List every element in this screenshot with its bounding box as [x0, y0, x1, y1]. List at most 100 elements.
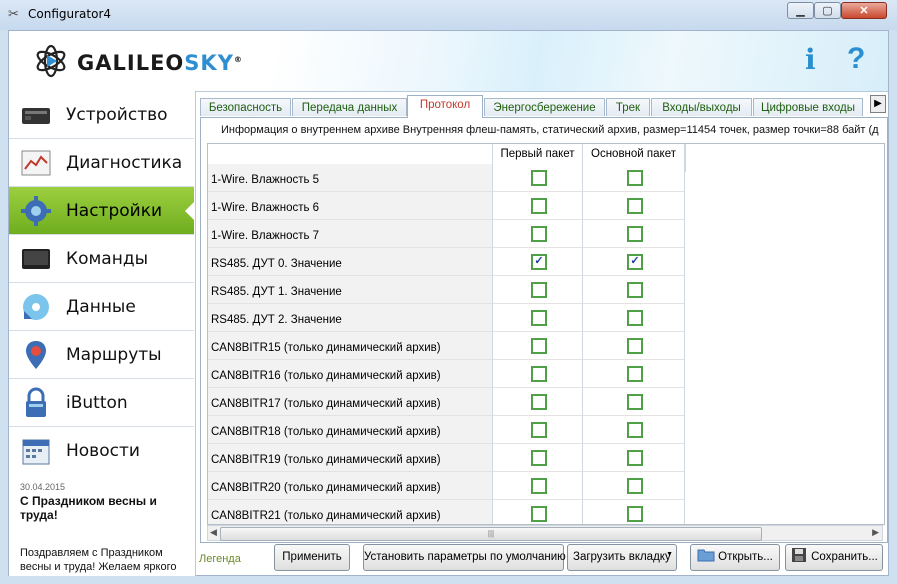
first-packet-checkbox[interactable]: [531, 366, 547, 382]
sidebar-item-commands[interactable]: Команды: [9, 235, 194, 283]
first-packet-cell: [493, 472, 583, 500]
main-packet-checkbox[interactable]: [627, 450, 643, 466]
first-packet-checkbox[interactable]: [531, 226, 547, 242]
main-packet-checkbox[interactable]: ✓: [627, 254, 643, 270]
close-button[interactable]: ✕: [841, 2, 887, 19]
main-packet-checkbox[interactable]: [627, 198, 643, 214]
table-row: CAN8BITR20 (только динамический архив): [208, 472, 884, 500]
sidebar-item-data[interactable]: Данные: [9, 283, 194, 331]
open-button[interactable]: Открыть...: [690, 544, 780, 571]
scroll-left-arrow[interactable]: ◀: [210, 527, 217, 538]
row-name: CAN8BITR18 (только динамический архив): [208, 416, 493, 444]
first-packet-checkbox[interactable]: [531, 450, 547, 466]
tab-scroll-right-button[interactable]: ▶: [870, 95, 886, 113]
minimize-button[interactable]: ▁: [787, 2, 814, 19]
sidebar-item-diagnostics[interactable]: Диагностика: [9, 139, 194, 187]
main-packet-cell: [583, 332, 685, 360]
first-packet-checkbox[interactable]: [531, 198, 547, 214]
horizontal-scrollbar[interactable]: ◀ ||| ▶: [207, 525, 883, 541]
legend-link[interactable]: Легенда: [199, 553, 241, 565]
device-icon: [22, 108, 50, 124]
window-title: Configurator4: [28, 7, 112, 21]
app-client-area: GALILEOSKY® i ? Устройство Диагностика Н…: [8, 30, 889, 576]
apply-button[interactable]: Применить: [274, 544, 350, 571]
sidebar-item-routes[interactable]: Маршруты: [9, 331, 194, 379]
main-packet-checkbox[interactable]: [627, 282, 643, 298]
first-packet-checkbox[interactable]: [531, 170, 547, 186]
logo-wordmark: GALILEOSKY®: [77, 51, 243, 75]
first-packet-checkbox[interactable]: [531, 338, 547, 354]
info-button[interactable]: i: [805, 45, 816, 75]
first-packet-checkbox[interactable]: [531, 310, 547, 326]
column-header-name: [208, 144, 493, 164]
open-label: Открыть...: [718, 551, 773, 563]
tab-digital-inputs[interactable]: Цифровые входы: [753, 98, 863, 116]
scrollbar-thumb[interactable]: |||: [220, 527, 762, 541]
news-title[interactable]: С Праздником весны и труда!: [20, 494, 185, 522]
help-button[interactable]: ?: [847, 43, 865, 75]
news-body: Поздравляем с Праздником весны и труда! …: [20, 547, 177, 573]
main-packet-checkbox[interactable]: [627, 478, 643, 494]
main-packet-cell: [583, 500, 685, 524]
table-row: CAN8BITR16 (только динамический архив): [208, 360, 884, 388]
tab-track[interactable]: Трек: [606, 98, 650, 116]
atom-logo-icon: [36, 44, 66, 78]
main-packet-checkbox[interactable]: [627, 394, 643, 410]
main-packet-checkbox[interactable]: [627, 170, 643, 186]
active-indicator-arrow: [185, 201, 195, 221]
sidebar-item-label: iButton: [66, 393, 128, 413]
news-date: 30.04.2015: [20, 482, 66, 492]
first-packet-cell: [493, 416, 583, 444]
first-packet-cell: [493, 220, 583, 248]
maximize-button[interactable]: ▢: [814, 2, 841, 19]
main-packet-cell: [583, 220, 685, 248]
save-button[interactable]: Сохранить...: [785, 544, 883, 571]
sidebar-item-settings[interactable]: Настройки: [9, 187, 195, 235]
sidebar-item-label: Данные: [66, 297, 136, 317]
galileosky-logo: GALILEOSKY®: [33, 43, 242, 79]
first-packet-checkbox[interactable]: [531, 478, 547, 494]
first-packet-cell: [493, 360, 583, 388]
scroll-right-arrow[interactable]: ▶: [872, 527, 879, 538]
sidebar-item-label: Маршруты: [66, 345, 162, 365]
row-name: 1-Wire. Влажность 6: [208, 192, 493, 220]
first-packet-checkbox[interactable]: [531, 422, 547, 438]
main-packet-checkbox[interactable]: [627, 226, 643, 242]
first-packet-checkbox[interactable]: [531, 506, 547, 522]
main-packet-checkbox[interactable]: [627, 422, 643, 438]
row-name: 1-Wire. Влажность 5: [208, 164, 493, 192]
sidebar-item-ibutton[interactable]: iButton: [9, 379, 194, 427]
row-name: 1-Wire. Влажность 7: [208, 220, 493, 248]
tab-security[interactable]: Безопасность: [200, 98, 291, 116]
table-row: CAN8BITR17 (только динамический архив): [208, 388, 884, 416]
main-packet-checkbox[interactable]: [627, 338, 643, 354]
tab-data-transfer[interactable]: Передача данных: [292, 98, 407, 116]
diagnostics-icon: [21, 150, 51, 176]
main-packet-cell: [583, 388, 685, 416]
map-pin-icon: [26, 341, 46, 369]
table-row: CAN8BITR21 (только динамический архив): [208, 500, 884, 524]
first-packet-checkbox[interactable]: [531, 394, 547, 410]
set-defaults-button[interactable]: Установить параметры по умолчанию: [363, 544, 566, 571]
sidebar-item-news[interactable]: Новости: [9, 427, 194, 477]
tab-inputs-outputs[interactable]: Входы/выходы: [651, 98, 752, 116]
tab-protocol[interactable]: Протокол: [407, 95, 483, 118]
title-bar: ✂ Configurator4 ▁ ▢ ✕: [0, 0, 897, 30]
chevron-down-icon: ▼: [666, 551, 673, 558]
load-tab-dropdown-button[interactable]: Загрузить вкладку ▼: [567, 544, 677, 571]
sidebar: Устройство Диагностика Настройки Команды: [9, 91, 196, 576]
main-packet-checkbox[interactable]: [627, 310, 643, 326]
main-packet-cell: [583, 416, 685, 444]
first-packet-checkbox[interactable]: ✓: [531, 254, 547, 270]
gear-icon: [21, 196, 51, 226]
first-packet-checkbox[interactable]: [531, 282, 547, 298]
protocol-table: Первый пакет Основной пакет 1-Wire. Влаж…: [207, 143, 885, 525]
main-packet-cell: [583, 304, 685, 332]
calendar-icon: [22, 439, 50, 465]
row-name: RS485. ДУТ 0. Значение: [208, 248, 493, 276]
main-packet-checkbox[interactable]: [627, 506, 643, 522]
main-packet-checkbox[interactable]: [627, 366, 643, 382]
first-packet-cell: [493, 500, 583, 524]
sidebar-item-device[interactable]: Устройство: [9, 91, 194, 139]
tab-power-saving[interactable]: Энергосбережение: [484, 98, 605, 116]
